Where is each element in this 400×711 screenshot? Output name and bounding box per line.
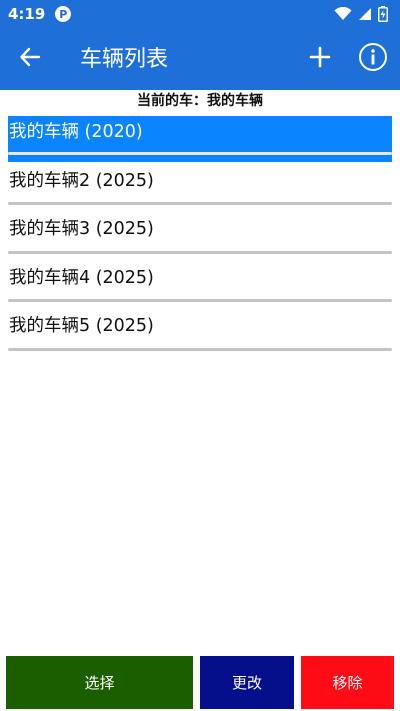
status-time: 4:19 xyxy=(8,5,46,23)
top-bar: 4:19 P 车辆列表 xyxy=(0,0,400,90)
parking-app-icon: P xyxy=(55,6,72,22)
vehicle-underline xyxy=(8,347,392,351)
vehicle-label: 我的车辆5 (2025) xyxy=(9,316,154,336)
page-title: 车辆列表 xyxy=(80,47,169,72)
edit-button[interactable]: 更改 xyxy=(200,656,294,709)
vehicle-underline xyxy=(8,202,392,205)
vehicle-label: 我的车辆2 (2025) xyxy=(9,170,154,191)
vehicle-label: 我的车辆 (2020) xyxy=(9,122,143,142)
arrow-left-icon xyxy=(20,47,41,67)
action-bar: 选择 更改 移除 xyxy=(0,656,400,711)
current-car-label: 当前的车：我的车辆 xyxy=(137,93,263,109)
select-button[interactable]: 选择 xyxy=(6,656,193,709)
vehicle-item-5[interactable]: 我的车辆5 (2025) xyxy=(8,310,392,359)
vehicle-label: 我的车辆3 (2025) xyxy=(9,219,154,239)
remove-button[interactable]: 移除 xyxy=(301,656,394,709)
add-vehicle-button[interactable] xyxy=(300,28,340,86)
status-bar: 4:19 P xyxy=(0,0,400,28)
vehicle-underline xyxy=(8,299,392,302)
status-icons xyxy=(334,6,388,22)
vehicle-item-3[interactable]: 我的车辆3 (2025) xyxy=(8,213,392,262)
back-button[interactable] xyxy=(0,28,60,86)
vehicle-label: 我的车辆4 (2025) xyxy=(9,267,154,288)
plus-icon xyxy=(309,46,331,68)
vehicle-item-1[interactable]: 我的车辆 (2020) xyxy=(8,116,392,165)
vehicle-item-4[interactable]: 我的车辆4 (2025) xyxy=(8,262,392,311)
signal-icon xyxy=(359,8,371,20)
battery-icon xyxy=(378,6,388,22)
vehicle-list: 我的车辆 (2020) 我的车辆2 (2025) 我的车辆3 (2025) 我的… xyxy=(8,116,392,359)
info-icon xyxy=(359,43,387,71)
vehicle-item-2[interactable]: 我的车辆2 (2025) xyxy=(8,165,392,214)
app-bar: 车辆列表 xyxy=(0,28,400,86)
vehicle-underline xyxy=(8,151,392,155)
vehicle-underline xyxy=(8,250,392,254)
wifi-icon xyxy=(334,7,352,20)
info-button[interactable] xyxy=(352,28,394,86)
